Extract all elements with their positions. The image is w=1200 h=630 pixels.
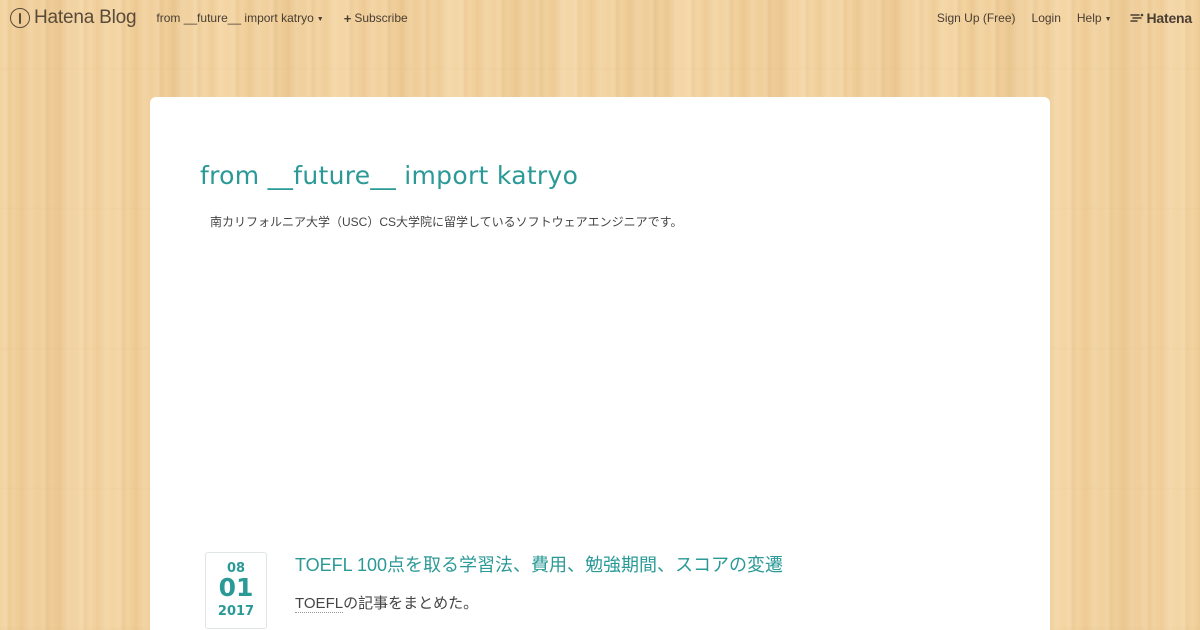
help-label: Help [1076,11,1102,25]
plus-icon: + [343,10,352,26]
subscribe-button[interactable]: + Subscribe [344,11,408,26]
entry-date-day: 01 [218,573,254,602]
entry-date[interactable]: 08 01 2017 [205,552,267,629]
global-header-right: Sign Up (Free) Login Help ▼ Hatena [921,10,1192,26]
caret-down-icon: ▼ [1104,15,1112,23]
entry-summary: TOEFLの記事をまとめた。 [295,592,478,613]
hatena-blog-logo-text: Hatena Blog [34,7,137,28]
help-dropdown[interactable]: Help ▼ [1077,11,1112,25]
global-header: Hatena Blog from __future__ import katry… [0,0,1200,36]
hatena-logo-icon [1129,13,1143,22]
blog-description: 南カリフォルニア大学（USC）CS大学院に留学しているソフトウェアエンジニアです… [210,215,683,229]
blog-title[interactable]: from __future__ import katryo [200,161,578,190]
entry-summary-text: の記事をまとめた。 [343,595,479,612]
signup-link[interactable]: Sign Up (Free) [937,11,1016,25]
blog-menu-dropdown[interactable]: from __future__ import katryo ▼ [156,11,323,25]
subscribe-label: Subscribe [354,11,408,25]
global-header-left: Hatena Blog from __future__ import katry… [10,7,408,29]
hatena-blog-logo[interactable]: Hatena Blog [10,7,137,29]
login-link[interactable]: Login [1032,11,1061,25]
blog-content-card: from __future__ import katryo 南カリフォルニア大学… [150,97,1050,630]
hatena-logo[interactable]: Hatena [1129,10,1193,26]
blog-menu-label: from __future__ import katryo [156,11,314,25]
hatena-logo-text: Hatena [1146,10,1193,26]
entry-date-year: 2017 [217,604,255,619]
entry-title-link[interactable]: TOEFL 100点を取る学習法、費用、勉強期間、スコアの変遷 [295,551,783,577]
caret-down-icon: ▼ [316,15,324,23]
hatena-blog-logo-icon [10,8,30,28]
keyword-link[interactable]: TOEFL [295,595,344,613]
